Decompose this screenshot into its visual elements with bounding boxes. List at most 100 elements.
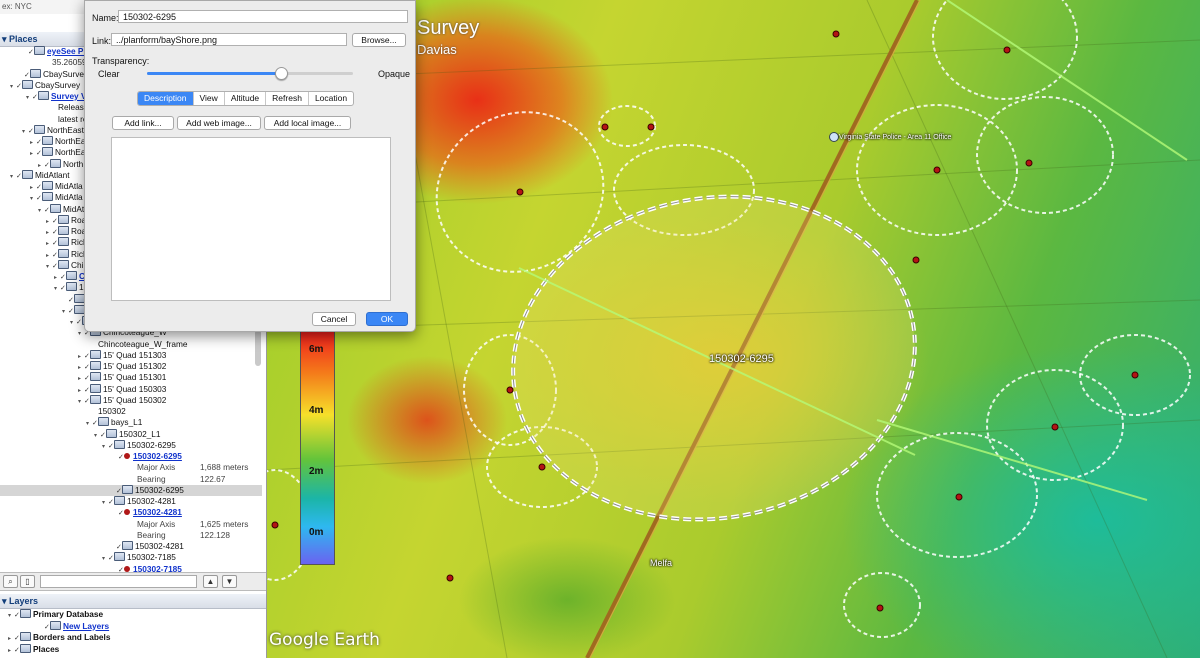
folder-icon [106,428,117,438]
browse-button[interactable]: Browse... [352,33,406,47]
folder-icon [42,136,53,145]
move-up-icon[interactable]: ▲ [203,575,218,588]
tree-row[interactable]: ▾ ✓ Primary Database [0,609,262,620]
tree-row[interactable]: Bearing 122.67 [0,474,262,485]
attribute-key: Major Axis [137,518,176,529]
tree-row-label: 150302_L1 [119,428,161,439]
tree-row-label: MidAtlant [35,169,70,180]
tree-row[interactable]: ▸ ✓ Borders and Labels [0,632,262,643]
tab-description[interactable]: Description [138,92,194,105]
layers-header[interactable]: ▾ Layers [0,594,266,609]
tree-row[interactable]: ✓ 150302-6295 [0,484,262,496]
ok-button[interactable]: OK [366,312,408,326]
tree-row-label: 15' Quad 150303 [103,383,167,394]
attribute-value: 1,688 meters [200,462,249,473]
tree-row-label: Borders and Labels [33,632,111,642]
legend-label-2m: 2m [309,466,324,477]
tree-row-label: 150302-6295 [135,484,184,495]
tree-row-label: New Layers [63,620,110,631]
folder-icon [90,372,101,382]
tree-row[interactable]: ▸ ✓ Places [0,643,262,655]
cancel-button[interactable]: Cancel [312,312,356,326]
tree-row-label: 150302-7185 [133,563,182,573]
tree-row-label: MidAt [63,203,85,214]
tree-row[interactable]: ✓ 150302-6295 [0,451,262,462]
tree-row[interactable]: Major Axis 1,688 meters [0,462,262,473]
tree-row[interactable]: ▾ ✓ 15' Quad 150302 [0,394,262,406]
tree-row-label: 15' Quad 151303 [103,349,167,360]
tree-row[interactable]: Major Axis 1,625 meters [0,519,262,530]
tree-row-label: NorthEa [55,136,86,146]
folder-icon [90,361,101,370]
tree-row[interactable]: ▸ ✓ 15' Quad 151302 [0,361,262,372]
folder-icon [20,632,31,641]
tree-row[interactable]: ▸ ✓ 15' Quad 150303 [0,383,262,395]
tab-view[interactable]: View [194,92,225,105]
transparency-slider-knob[interactable] [274,67,288,80]
tree-row[interactable]: ✓ 150302-7185 [0,564,262,573]
tab-refresh[interactable]: Refresh [266,92,309,105]
link-input[interactable]: ../planform/bayShore.png [111,33,347,46]
tree-row-label: 150302-4281 [133,507,182,518]
folder-icon [50,620,61,630]
add-link-button[interactable]: Add link... [112,116,174,130]
add-web-image-button[interactable]: Add web image... [177,116,261,130]
places-disclosure-icon[interactable]: ▾ [2,34,9,44]
layers-tree[interactable]: ▾ ✓ Primary Database ✓ New Layers ▸ ✓ Borders a… [0,609,262,658]
places-scrollbar[interactable] [255,330,261,366]
folder-icon [58,226,69,235]
tree-row-label: 150302-4281 [135,541,184,551]
tree-row-label: 15' Quad 151301 [103,372,167,383]
tab-location[interactable]: Location [309,92,353,105]
tree-row[interactable]: ▾ ✓ 150302-7185 [0,552,262,563]
tree-row-label: 150302-7185 [127,552,176,563]
tree-row[interactable]: ✓ 150302-4281 [0,541,262,552]
tree-row[interactable]: Bearing 122.128 [0,530,262,541]
tree-row[interactable]: Chincoteague_W_frame [0,339,262,350]
folder-icon [66,271,77,280]
description-textarea[interactable] [111,137,391,301]
tab-altitude[interactable]: Altitude [225,92,267,105]
tree-row-label: MidAtla [55,181,83,191]
edit-image-overlay-dialog: Name: 150302-6295 Link: ../planform/bayS… [84,0,416,332]
folder-icon [114,439,125,449]
name-input[interactable]: 150302-6295 [118,10,408,23]
police-station-icon[interactable] [829,132,839,142]
layers-disclosure-icon[interactable]: ▾ [2,596,9,606]
places-search-input[interactable] [40,575,197,588]
tree-row[interactable]: ▸ ✓ 15' Quad 151303 [0,349,262,361]
tree-row[interactable]: ▾ ✓ 150302-4281 [0,496,262,507]
tree-row-label: CbaySurvey [35,79,81,90]
folder-icon [42,147,53,157]
places-header-label: Places [9,34,38,44]
tree-row[interactable]: ✓ New Layers [0,620,262,632]
tree-row-label: MidAtla [55,192,83,203]
tree-row[interactable]: ▾ ✓ 150302-6295 [0,439,262,451]
tree-row[interactable]: 150302 [0,406,262,417]
folder-icon [66,282,77,292]
tree-row[interactable]: ▾ ✓ bays_L1 [0,417,262,428]
folder-icon [50,158,61,168]
folder-icon [22,79,33,89]
folder-icon [90,349,101,359]
tree-row-label: 150302-6295 [133,451,182,461]
placemark-label-150302-6295[interactable]: 150302-6295 [709,353,774,365]
add-local-image-button[interactable]: Add local image... [264,116,351,130]
map-subtitle: Davias [417,42,457,57]
transparency-slider[interactable] [147,67,353,80]
folder-icon [58,248,69,258]
move-down-icon[interactable]: ▼ [222,575,237,588]
attribute-key: Bearing [137,529,166,540]
tree-row-label: bays_L1 [111,417,143,428]
map-title: Survey [417,17,480,39]
panel-toggle-icon[interactable]: ▯ [20,575,35,588]
tree-row[interactable]: ✓ 150302-4281 [0,507,262,518]
police-label[interactable]: Virginia State Police - Area 11 Office [839,134,951,141]
folder-icon [58,214,69,224]
placemark-pin-icon [124,565,130,572]
tree-row[interactable]: ▾ ✓ 150302_L1 [0,428,262,440]
search-icon[interactable]: ⌕ [3,575,18,588]
placemark-pin-icon [124,509,130,516]
tree-row-label: NorthEast [47,124,84,135]
tree-row[interactable]: ▸ ✓ 15' Quad 151301 [0,372,262,383]
